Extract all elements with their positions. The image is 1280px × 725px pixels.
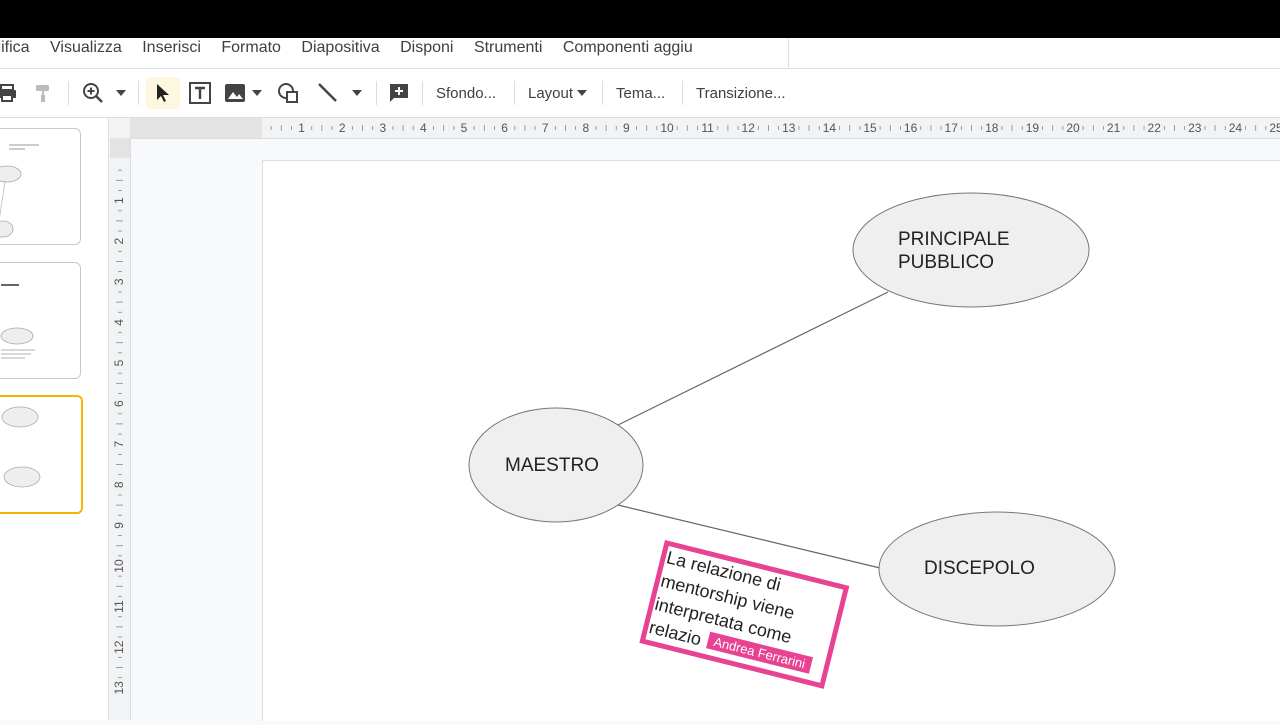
principale-pubblico-label: PRINCIPALE PUBBLICO <box>898 228 1010 274</box>
discepolo-label: DISCEPOLO <box>924 558 1035 579</box>
pubblico-line: PUBBLICO <box>898 252 995 273</box>
connector-maestro-discepolo[interactable] <box>617 504 881 569</box>
slide-shapes <box>468 192 1116 627</box>
maestro-label: MAESTRO <box>505 455 599 476</box>
connector-maestro-principale[interactable] <box>617 291 889 426</box>
principale-line: PRINCIPALE <box>898 229 1010 250</box>
